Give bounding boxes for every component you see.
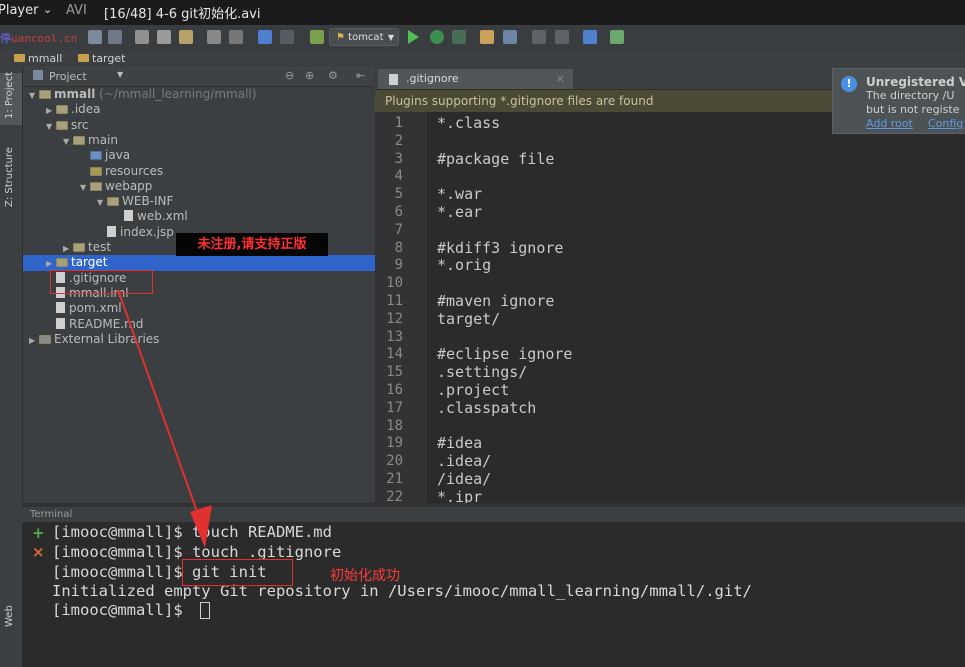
- annotation-arrow: [117, 289, 212, 548]
